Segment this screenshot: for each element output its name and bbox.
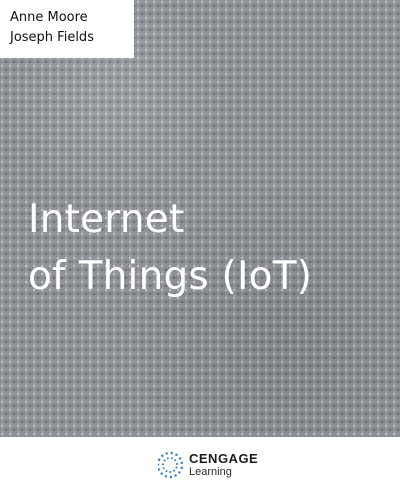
book-cover-page: Anne Moore Joseph Fields Internet of Thi… — [0, 0, 400, 500]
author-name: Joseph Fields — [10, 30, 94, 45]
publisher-name: CENGAGE — [189, 451, 259, 466]
book-title-line-1: Internet — [28, 197, 185, 242]
publisher-logo: CENGAGE Learning — [158, 448, 274, 482]
cengage-logo-icon — [158, 451, 184, 479]
book-title-line-2: of Things (IoT) — [28, 254, 313, 299]
publisher-subname: Learning — [189, 466, 232, 478]
author-name: Anne Moore — [10, 10, 88, 25]
author-label-box: Anne Moore Joseph Fields — [0, 0, 134, 58]
